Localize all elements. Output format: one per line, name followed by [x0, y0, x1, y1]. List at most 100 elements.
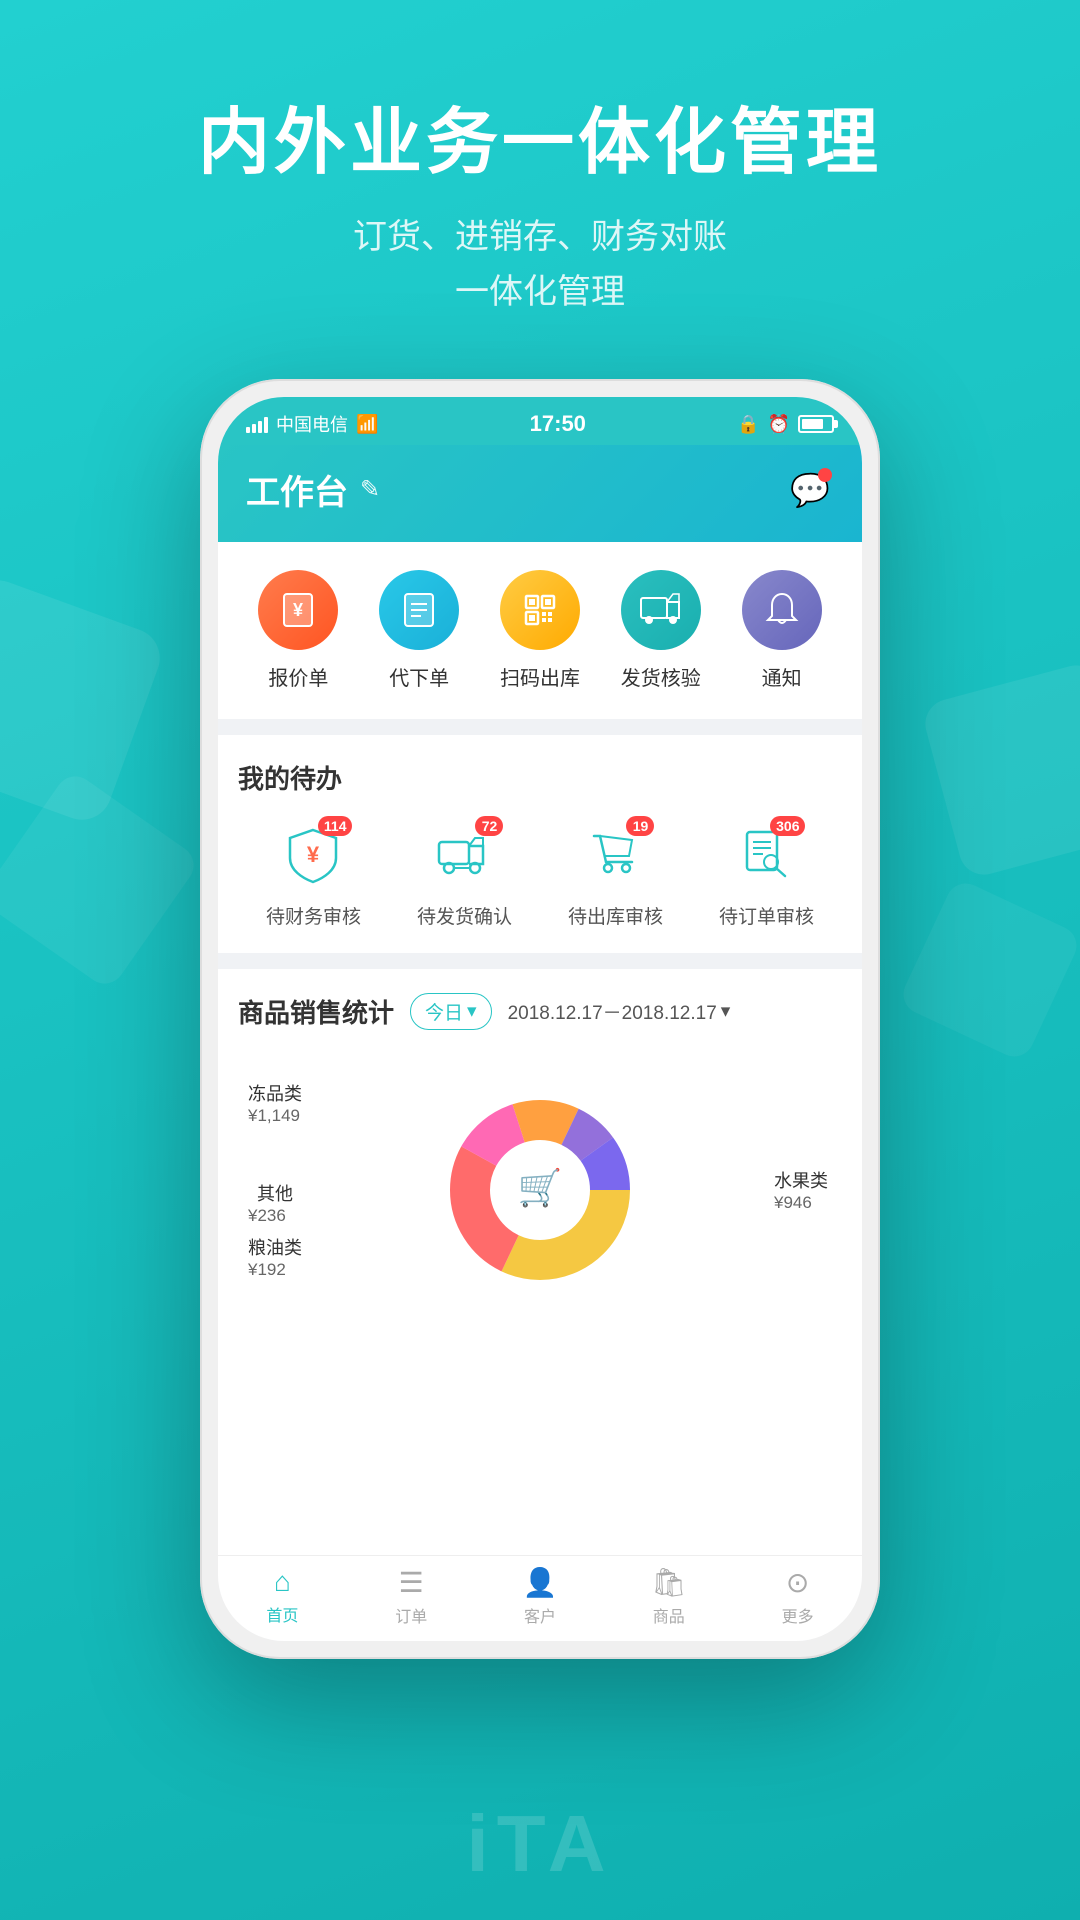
action-circle-daixia — [379, 570, 459, 650]
wifi-icon: 📶 — [356, 414, 378, 435]
action-label-baojia: 报价单 — [268, 662, 328, 691]
chart-label-left-bottom: 其他 ¥236 粮油类 ¥192 — [248, 1180, 302, 1280]
signal-bar-3 — [258, 421, 262, 433]
pending-items-list: ¥ 114 待财务审核 — [238, 820, 842, 929]
status-bar: 中国电信 📶 17:50 🔒 ⏰ — [218, 397, 862, 445]
nav-item-products[interactable]: 🛍 商品 — [604, 1566, 733, 1627]
date-chevron-icon: ▾ — [721, 1000, 731, 1023]
action-item-saoma[interactable]: 扫码出库 — [480, 570, 601, 691]
action-circle-saoma — [500, 570, 580, 650]
nav-item-orders[interactable]: ☰ 订单 — [347, 1566, 476, 1627]
badge-chuku: 19 — [626, 816, 654, 836]
nav-item-customers[interactable]: 👤 客户 — [476, 1566, 605, 1627]
pending-item-dingdan[interactable]: 306 待订单审核 — [719, 820, 814, 929]
badge-fahuo: 72 — [475, 816, 503, 836]
divider-1 — [218, 719, 862, 735]
edit-icon[interactable]: ✎ — [360, 475, 380, 504]
pending-label-chuku: 待出库审核 — [568, 902, 663, 929]
sub-title-line1: 订货、进销存、财务对账 — [353, 218, 727, 256]
action-label-tongzhi: 通知 — [762, 662, 802, 691]
chart-area: 冻品类 ¥1,149 其他 ¥236 粮油类 ¥192 — [238, 1050, 842, 1330]
pending-item-fahuo[interactable]: 72 待发货确认 — [417, 820, 512, 929]
donut-chart-svg: 🛒 — [430, 1080, 650, 1300]
pending-label-caiwu: 待财务审核 — [266, 902, 361, 929]
app-title: 工作台 — [246, 465, 348, 514]
alarm-icon: ⏰ — [768, 414, 790, 435]
badge-dingdan: 306 — [770, 816, 805, 836]
action-circle-baojia: ¥ — [258, 570, 338, 650]
main-title: 内外业务一体化管理 — [0, 100, 1080, 186]
ita-watermark: iTA — [467, 1798, 614, 1890]
signal-bar-1 — [246, 427, 250, 433]
pending-title: 我的待办 — [238, 759, 842, 796]
date-range-text: 2018.12.17－2018.12.17 — [508, 998, 717, 1025]
filter-today-label: 今日 — [425, 998, 463, 1025]
action-item-tongzhi[interactable]: 通知 — [721, 570, 842, 691]
list-icon: ☰ — [399, 1566, 424, 1599]
label-shuiguo: 水果类 — [774, 1167, 828, 1193]
action-item-fahuo[interactable]: 发货核验 — [600, 570, 721, 691]
chart-label-left-top: 冻品类 ¥1,149 — [248, 1080, 302, 1126]
quick-actions: ¥ 报价单 — [218, 542, 862, 719]
content-area: ¥ 报价单 — [218, 542, 862, 1641]
pending-section: 我的待办 ¥ 114 待财务审核 — [218, 735, 862, 953]
nav-label-customers: 客户 — [524, 1603, 556, 1627]
battery-icon — [798, 415, 834, 433]
badge-caiwu: 114 — [318, 816, 353, 836]
action-item-daixia[interactable]: 代下单 — [359, 570, 480, 691]
nav-label-home: 首页 — [266, 1602, 298, 1626]
sub-title: 订货、进销存、财务对账 一体化管理 — [0, 210, 1080, 319]
order-icon — [399, 590, 439, 630]
nav-label-more: 更多 — [782, 1603, 814, 1627]
label-liangyu: 粮油类 — [248, 1234, 302, 1260]
action-circle-fahuo — [621, 570, 701, 650]
pending-icon-caiwu: ¥ 114 — [278, 820, 348, 890]
pending-item-chuku[interactable]: 19 待出库审核 — [568, 820, 663, 929]
action-label-daixia: 代下单 — [389, 662, 449, 691]
svg-text:🛒: 🛒 — [518, 1167, 563, 1208]
notification-badge — [818, 468, 832, 482]
pending-icon-chuku: 19 — [580, 820, 650, 890]
bag-icon: 🛍 — [651, 1566, 687, 1599]
notification-button[interactable]: 💬 — [786, 466, 834, 514]
nav-item-home[interactable]: ⌂ 首页 — [218, 1566, 347, 1627]
value-dongpin: ¥1,149 — [248, 1106, 302, 1126]
value-liangyu: ¥192 — [248, 1260, 302, 1280]
carrier-name: 中国电信 — [276, 411, 348, 437]
nav-item-more[interactable]: ⊙ 更多 — [733, 1566, 862, 1627]
label-dongpin: 冻品类 — [248, 1080, 302, 1106]
action-label-saoma: 扫码出库 — [500, 662, 580, 691]
person-icon: 👤 — [523, 1566, 558, 1599]
nav-label-orders: 订单 — [395, 1603, 427, 1627]
signal-bar-4 — [264, 417, 268, 433]
action-item-baojia[interactable]: ¥ 报价单 — [238, 570, 359, 691]
svg-text:¥: ¥ — [307, 842, 320, 867]
pending-label-fahuo: 待发货确认 — [417, 902, 512, 929]
sales-header: 商品销售统计 今日 ▾ 2018.12.17－2018.12.17 ▾ — [238, 993, 842, 1030]
status-left: 中国电信 📶 — [246, 411, 378, 437]
sales-title: 商品销售统计 — [238, 993, 394, 1030]
app-header: 工作台 ✎ 💬 — [218, 445, 862, 542]
app-title-row: 工作台 ✎ — [246, 465, 380, 514]
bottom-nav: ⌂ 首页 ☰ 订单 👤 客户 🛍 商品 — [218, 1555, 862, 1641]
pending-label-dingdan: 待订单审核 — [719, 902, 814, 929]
date-filter-button[interactable]: 今日 ▾ — [410, 993, 492, 1030]
pending-item-caiwu[interactable]: ¥ 114 待财务审核 — [266, 820, 361, 929]
sales-section: 商品销售统计 今日 ▾ 2018.12.17－2018.12.17 ▾ — [218, 969, 862, 1555]
qrcode-icon — [520, 590, 560, 630]
lock-icon: 🔒 — [737, 414, 759, 435]
action-circle-tongzhi — [742, 570, 822, 650]
action-label-fahuo: 发货核验 — [621, 662, 701, 691]
value-qita: ¥236 — [248, 1206, 302, 1226]
chart-label-right: 水果类 ¥946 — [774, 1167, 828, 1213]
signal-bars — [246, 415, 268, 433]
battery-fill — [802, 419, 823, 429]
phone-inner: 中国电信 📶 17:50 🔒 ⏰ 工作台 ✎ — [218, 397, 862, 1641]
value-shuiguo: ¥946 — [774, 1193, 828, 1213]
bell-icon — [762, 590, 802, 630]
more-icon: ⊙ — [786, 1566, 809, 1599]
svg-text:¥: ¥ — [293, 600, 303, 620]
signal-bar-2 — [252, 424, 256, 433]
date-range-display[interactable]: 2018.12.17－2018.12.17 ▾ — [508, 998, 731, 1025]
yuan-icon: ¥ — [278, 590, 318, 630]
